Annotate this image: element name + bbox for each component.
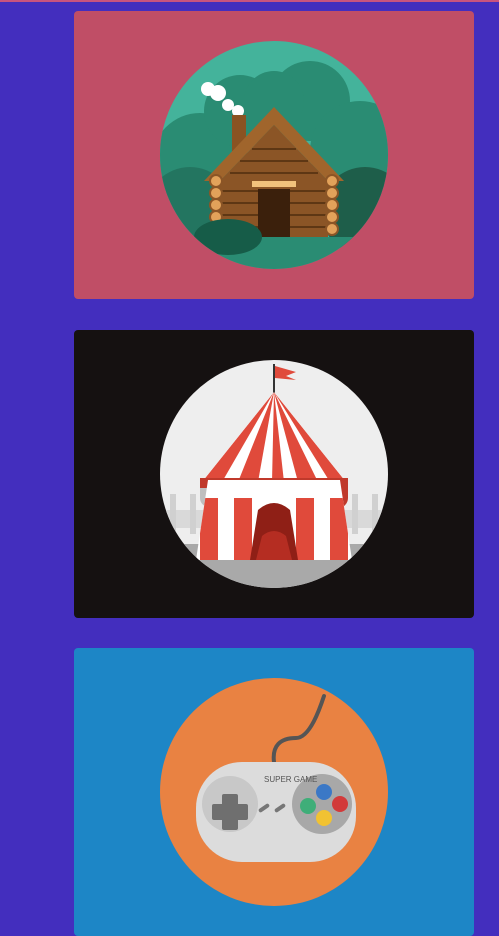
game-controller-icon: SUPER GAME — [160, 678, 388, 906]
card-circus-tent[interactable] — [74, 330, 474, 618]
card-game-controller[interactable]: SUPER GAME — [74, 648, 474, 936]
card-log-cabin[interactable] — [74, 11, 474, 299]
log-cabin-icon — [160, 41, 388, 269]
circus-tent-icon — [160, 360, 388, 588]
top-accent-line — [0, 0, 499, 2]
controller-label: SUPER GAME — [264, 775, 317, 784]
